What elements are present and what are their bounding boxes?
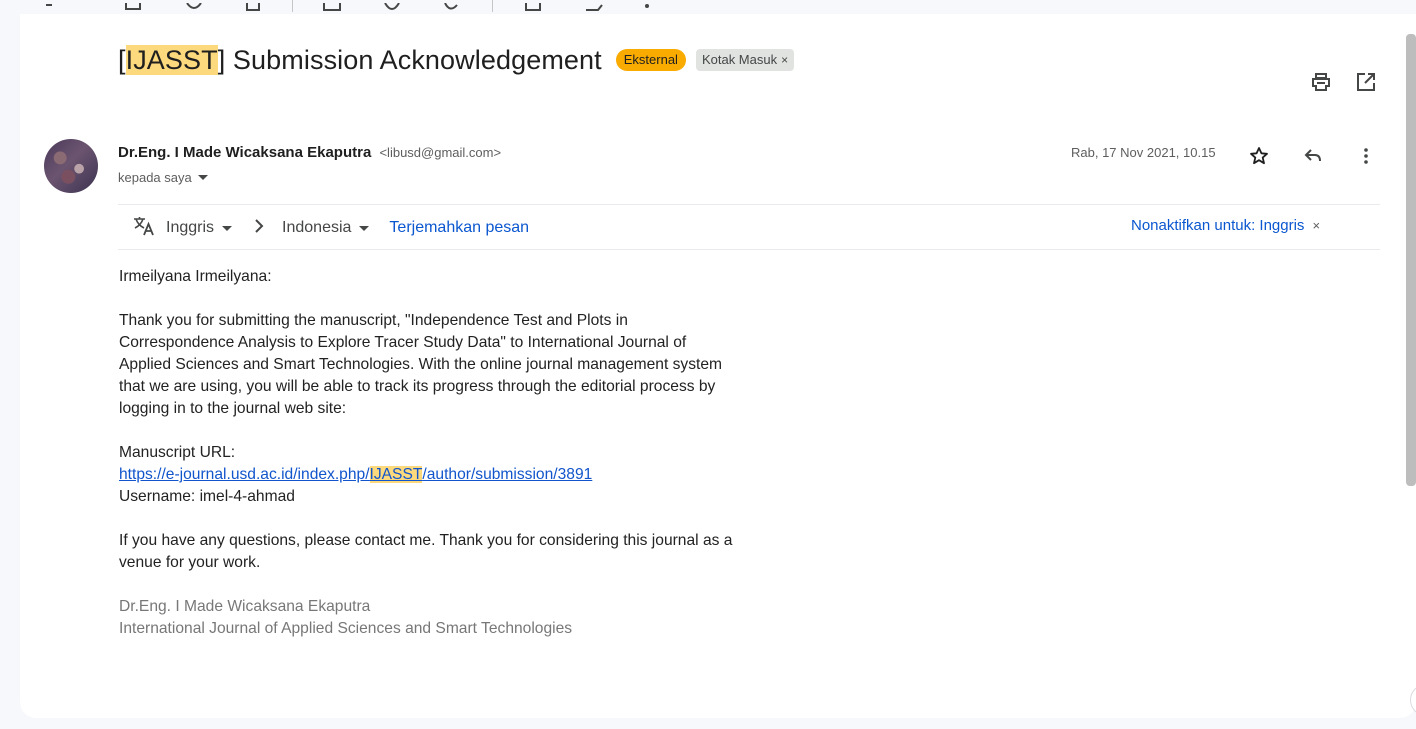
chevron-down-icon [197, 175, 208, 180]
label-icon[interactable] [584, 0, 604, 11]
username-line: Username: imel-4-ahmad [119, 488, 295, 505]
more-toolbar-icon[interactable] [642, 0, 662, 10]
email-date: Rab, 17 Nov 2021, 10.15 [1071, 145, 1216, 160]
manuscript-url-label: Manuscript URL: [119, 444, 236, 461]
source-language: Inggris [166, 219, 215, 236]
snooze-icon[interactable] [382, 0, 402, 10]
disable-translation-link[interactable]: Nonaktifkan untuk: Inggris [1131, 217, 1304, 234]
mark-unread-icon[interactable] [322, 0, 342, 11]
inbox-label-chip[interactable]: Kotak Masuk × [695, 49, 795, 71]
subject-search-highlight: IJASST [125, 44, 218, 75]
body-paragraph: If you have any questions, please contac… [119, 532, 733, 571]
signature-organization: International Journal of Applied Science… [119, 620, 573, 637]
disable-translation: Nonaktifkan untuk: Inggris × [1131, 217, 1320, 234]
report-spam-icon[interactable] [184, 0, 204, 10]
sender-avatar[interactable] [44, 139, 98, 193]
translate-icon [132, 215, 156, 242]
signature-name: Dr.Eng. I Made Wicaksana Ekaputra [119, 598, 371, 615]
back-icon[interactable] [44, 0, 64, 10]
caret-down-icon [359, 225, 370, 231]
greeting: Irmeilyana Irmeilyana: [119, 268, 272, 285]
archive-icon[interactable] [124, 0, 144, 10]
divider [118, 204, 1380, 205]
remove-label-icon[interactable]: × [781, 52, 788, 68]
email-toolbar [0, 0, 1416, 14]
toolbar-divider [292, 0, 293, 12]
external-badge: Eksternal [615, 49, 686, 71]
target-language: Indonesia [282, 219, 352, 236]
toolbar-divider [492, 0, 493, 12]
email-subject: [IJASST] Submission Acknowledgement [118, 44, 602, 75]
sender-name[interactable]: Dr.Eng. I Made Wicaksana Ekaputra [118, 144, 371, 161]
move-to-icon[interactable] [524, 0, 544, 11]
sender-email: <libusd@gmail.com> [379, 145, 502, 160]
target-language-dropdown[interactable]: Indonesia [282, 219, 370, 237]
translate-bar: Inggris Indonesia Terjemahkan pesan [132, 216, 529, 240]
sender-line: Dr.Eng. I Made Wicaksana Ekaputra <libus… [118, 144, 501, 161]
translate-message-link[interactable]: Terjemahkan pesan [389, 219, 529, 237]
star-icon[interactable] [1249, 146, 1269, 171]
source-language-dropdown[interactable]: Inggris [166, 219, 233, 237]
caret-down-icon [222, 225, 233, 231]
open-in-new-window-icon[interactable] [1356, 72, 1376, 97]
inbox-label-text: Kotak Masuk [701, 52, 778, 67]
email-body: Irmeilyana Irmeilyana: Thank you for sub… [119, 266, 739, 640]
divider [118, 249, 1380, 250]
scrollbar[interactable] [1406, 34, 1416, 486]
chevron-right-icon [254, 218, 264, 238]
subject-row: [IJASST] Submission Acknowledgement Ekst… [118, 38, 795, 82]
reply-icon[interactable] [1303, 146, 1323, 171]
print-icon[interactable] [1311, 72, 1331, 97]
url-search-highlight: IJASST [369, 466, 423, 483]
manuscript-link[interactable]: https://e-journal.usd.ac.id/index.php/IJ… [119, 466, 592, 483]
body-paragraph: Thank you for submitting the manuscript,… [119, 312, 723, 417]
delete-icon[interactable] [244, 0, 264, 11]
recipient-text: kepada saya [118, 170, 192, 185]
recipient-details-toggle[interactable]: kepada saya [118, 170, 208, 185]
add-task-icon[interactable] [442, 0, 462, 10]
more-options-icon[interactable] [1356, 146, 1376, 171]
close-translate-bar-icon[interactable]: × [1312, 218, 1320, 233]
